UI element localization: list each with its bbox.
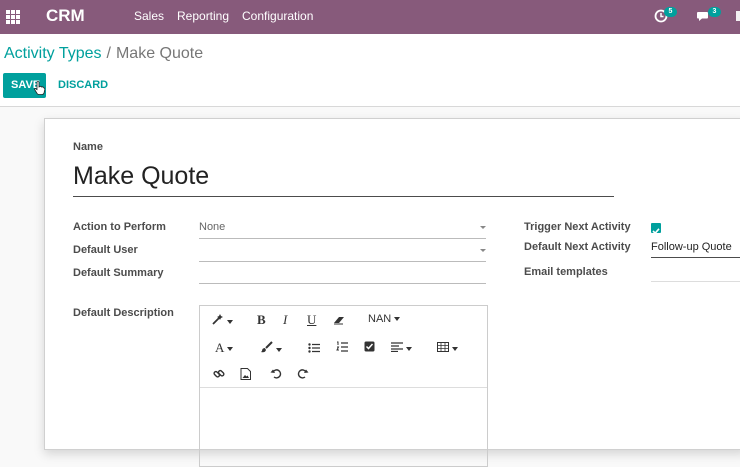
ordered-list-icon[interactable] (336, 341, 348, 356)
undo-icon[interactable] (270, 368, 282, 382)
name-label: Name (73, 141, 103, 153)
chevron-down-icon (394, 317, 401, 322)
chevron-down-icon (227, 347, 234, 352)
paintbrush-icon (261, 341, 273, 353)
chevron-down-icon (480, 249, 486, 252)
email-templates-label: Email templates (524, 266, 608, 278)
underline-button[interactable]: U (307, 312, 316, 328)
redo-icon[interactable] (297, 368, 309, 382)
default-description-editor[interactable]: B I U NAN A (199, 305, 488, 467)
default-next-activity-input[interactable]: Follow-up Quote (651, 237, 740, 258)
paragraph-align-dropdown[interactable] (391, 341, 412, 355)
table-dropdown[interactable] (437, 341, 458, 355)
email-templates-input[interactable] (651, 262, 740, 282)
action-to-perform-value: None (199, 221, 226, 233)
default-summary-label: Default Summary (73, 267, 164, 279)
font-color-icon: A (215, 340, 225, 355)
checkmark-icon (652, 228, 660, 235)
trigger-next-activity-label: Trigger Next Activity (524, 221, 631, 233)
app-brand[interactable]: CRM (46, 6, 85, 26)
editor-toolbar: B I U NAN A (200, 306, 487, 388)
action-to-perform-label: Action to Perform (73, 221, 166, 233)
chevron-down-icon (406, 346, 412, 351)
default-user-label: Default User (73, 244, 138, 256)
magic-wand-icon (212, 314, 223, 325)
trigger-next-activity-checkbox[interactable] (651, 223, 661, 235)
chevron-down-icon (480, 226, 486, 229)
apps-menu-icon[interactable] (6, 10, 20, 24)
action-to-perform-select[interactable]: None (199, 218, 486, 239)
breadcrumb: Activity Types / Make Quote (4, 45, 203, 63)
style-dropdown[interactable] (212, 313, 233, 328)
menu-configuration[interactable]: Configuration (242, 9, 313, 23)
font-color-dropdown[interactable]: A (215, 340, 234, 356)
discard-button[interactable]: DISCARD (58, 79, 108, 91)
breadcrumb-separator: / (106, 45, 111, 62)
eraser-icon[interactable] (333, 314, 346, 328)
user-menu-edge[interactable] (736, 11, 740, 21)
table-icon (437, 342, 449, 352)
default-summary-input[interactable] (199, 264, 486, 284)
font-size-dropdown[interactable]: NAN (368, 313, 401, 325)
checklist-icon[interactable] (364, 341, 375, 355)
control-panel: Activity Types / Make Quote SAVE DISCARD (0, 34, 740, 107)
image-icon[interactable] (240, 368, 251, 383)
unordered-list-icon[interactable] (308, 342, 320, 356)
hand-cursor-icon (34, 81, 45, 95)
chevron-down-icon (227, 319, 233, 324)
bold-button[interactable]: B (257, 312, 266, 328)
font-size-value: NAN (368, 313, 392, 325)
menu-reporting[interactable]: Reporting (177, 9, 229, 23)
italic-button[interactable]: I (283, 312, 287, 328)
chevron-down-icon (452, 346, 458, 351)
align-left-icon (391, 342, 403, 353)
link-icon[interactable] (213, 368, 225, 383)
form-sheet: Name Make Quote Action to Perform None D… (44, 118, 740, 467)
breadcrumb-activity-types[interactable]: Activity Types (4, 45, 102, 62)
chevron-down-icon (276, 347, 282, 352)
editor-content-area[interactable] (200, 388, 487, 466)
top-navbar: CRM Sales Reporting Configuration 5 3 (0, 0, 740, 34)
menu-sales[interactable]: Sales (134, 9, 164, 23)
default-next-activity-label: Default Next Activity (524, 241, 631, 253)
highlight-dropdown[interactable] (260, 341, 282, 356)
breadcrumb-current: Make Quote (115, 45, 204, 62)
activity-count-badge: 5 (664, 7, 677, 17)
name-input[interactable]: Make Quote (73, 158, 614, 197)
default-user-select[interactable] (199, 241, 486, 262)
messages-count-badge: 3 (708, 7, 721, 17)
default-description-label: Default Description (73, 307, 174, 319)
